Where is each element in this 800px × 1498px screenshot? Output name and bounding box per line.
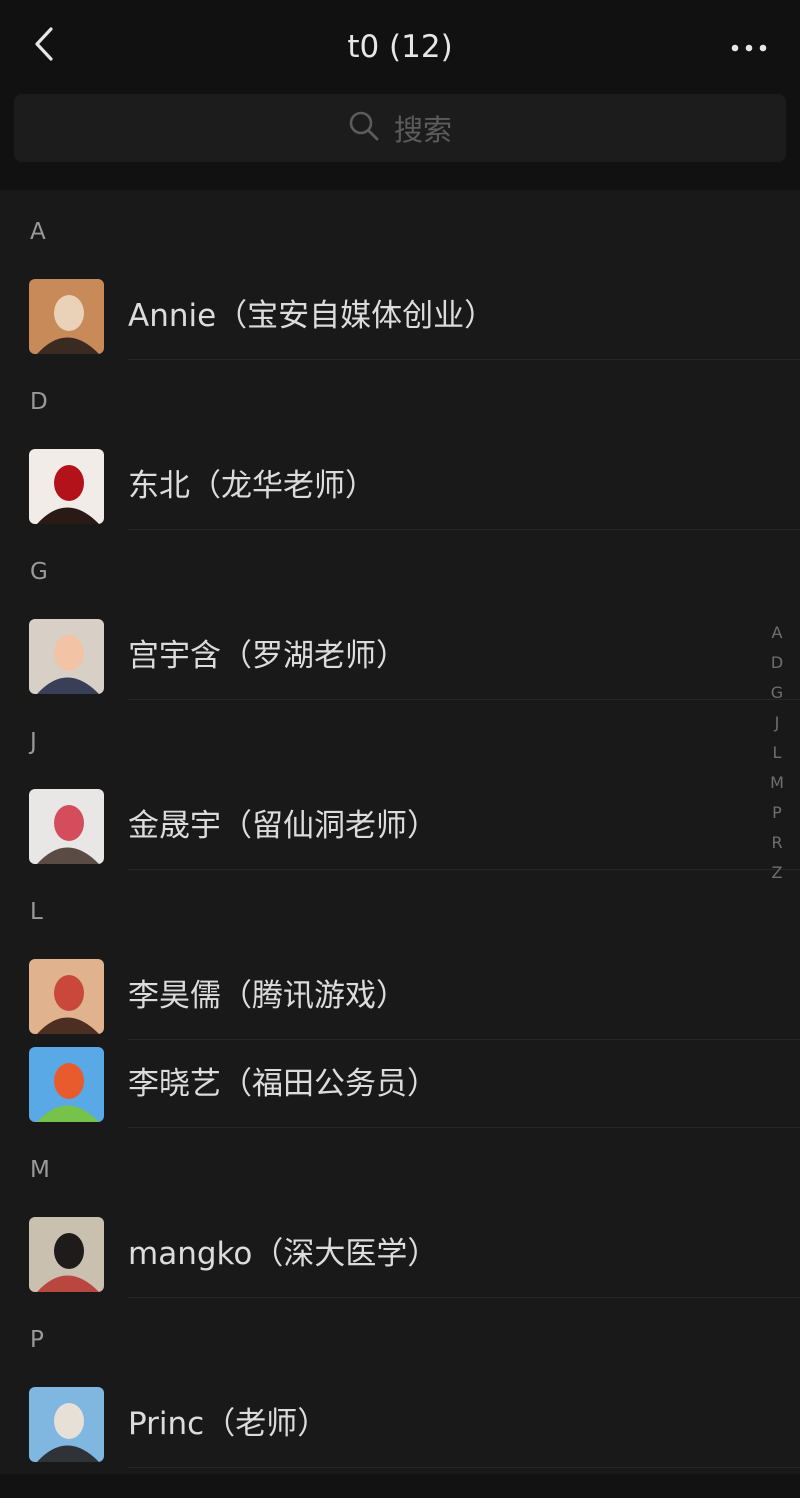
section-header-j: J bbox=[30, 729, 37, 755]
index-letter-l[interactable]: L bbox=[762, 738, 792, 768]
contact-name: Princ（老师） bbox=[128, 1406, 329, 1442]
page-title: t0 (12) bbox=[347, 29, 453, 65]
search-input[interactable]: 搜索 bbox=[14, 94, 786, 162]
section-header-m: M bbox=[30, 1157, 50, 1183]
contact-name: mangko（深大医学） bbox=[128, 1236, 439, 1272]
alphabet-index-bar[interactable]: ADGJLMPRZ bbox=[762, 618, 792, 888]
bottom-strip bbox=[0, 1474, 800, 1498]
avatar bbox=[29, 619, 104, 694]
avatar bbox=[29, 279, 104, 354]
avatar bbox=[29, 959, 104, 1034]
index-letter-m[interactable]: M bbox=[762, 768, 792, 798]
divider bbox=[128, 529, 800, 530]
contact-row[interactable]: mangko（深大医学） bbox=[0, 1210, 800, 1298]
divider bbox=[128, 699, 800, 700]
index-letter-d[interactable]: D bbox=[762, 648, 792, 678]
section-header-l: L bbox=[30, 899, 43, 925]
divider bbox=[128, 1467, 800, 1468]
section-header-a: A bbox=[30, 219, 46, 245]
contact-row[interactable]: Annie（宝安自媒体创业） bbox=[0, 272, 800, 360]
avatar bbox=[29, 1217, 104, 1292]
avatar bbox=[29, 789, 104, 864]
section-header-g: G bbox=[30, 559, 48, 585]
top-bar: t0 (12) 搜索 bbox=[0, 0, 800, 190]
contact-name: 李昊儒（腾讯游戏） bbox=[128, 978, 407, 1014]
index-letter-j[interactable]: J bbox=[762, 708, 792, 738]
contact-row[interactable]: Princ（老师） bbox=[0, 1380, 800, 1468]
contact-name: 宫宇含（罗湖老师） bbox=[128, 638, 407, 674]
section-header-d: D bbox=[30, 389, 48, 415]
search-icon bbox=[348, 110, 380, 146]
index-letter-a[interactable]: A bbox=[762, 618, 792, 648]
contact-name: 李晓艺（福田公务员） bbox=[128, 1066, 438, 1102]
contact-row[interactable]: 金晟宇（留仙洞老师） bbox=[0, 782, 800, 870]
contact-name: 东北（龙华老师） bbox=[128, 468, 376, 504]
divider bbox=[128, 869, 800, 870]
more-dots-icon bbox=[731, 37, 767, 56]
contact-name: 金晟宇（留仙洞老师） bbox=[128, 808, 438, 844]
index-letter-z[interactable]: Z bbox=[762, 858, 792, 888]
avatar bbox=[29, 1387, 104, 1462]
contact-row[interactable]: 宫宇含（罗湖老师） bbox=[0, 612, 800, 700]
contact-row[interactable]: 东北（龙华老师） bbox=[0, 442, 800, 530]
more-button[interactable] bbox=[724, 26, 774, 66]
index-letter-p[interactable]: P bbox=[762, 798, 792, 828]
section-header-p: P bbox=[30, 1327, 44, 1353]
divider bbox=[128, 1127, 800, 1128]
avatar bbox=[29, 449, 104, 524]
search-placeholder: 搜索 bbox=[393, 113, 452, 147]
contact-row[interactable]: 李昊儒（腾讯游戏） bbox=[0, 952, 800, 1040]
divider bbox=[128, 1297, 800, 1298]
contact-name: Annie（宝安自媒体创业） bbox=[128, 298, 496, 334]
contact-list: A Annie（宝安自媒体创业） D 东北（龙华老师） G 宫宇含（罗湖老师） J 金晟宇（留… bbox=[0, 190, 800, 1468]
contact-row[interactable]: 李晓艺（福田公务员） bbox=[0, 1040, 800, 1128]
index-letter-g[interactable]: G bbox=[762, 678, 792, 708]
index-letter-r[interactable]: R bbox=[762, 828, 792, 858]
divider bbox=[128, 359, 800, 360]
avatar bbox=[29, 1047, 104, 1122]
